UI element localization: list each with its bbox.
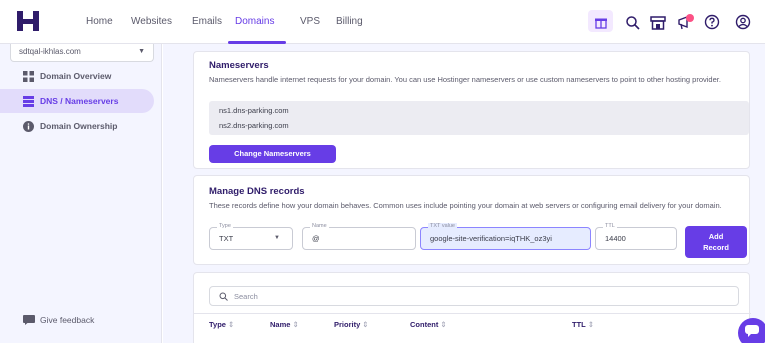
txt-value-label: TXT value (428, 223, 457, 230)
search-input[interactable]: Search (209, 286, 739, 306)
dns-title: Manage DNS records (209, 186, 305, 197)
column-content-label: Content (410, 320, 439, 329)
name-label: Name (310, 223, 329, 230)
feedback-icon (23, 315, 35, 325)
manage-dns-card: Manage DNS records These records define … (193, 175, 750, 265)
column-content[interactable]: Content ⇕ (410, 320, 447, 329)
txt-value-input[interactable]: TXT value google-site-verification=iqTHK… (420, 223, 591, 250)
nameserver-1: ns1.dns-parking.com (219, 106, 289, 115)
column-ttl-label: TTL (572, 320, 586, 329)
name-input[interactable]: Name @ (302, 223, 416, 250)
column-name[interactable]: Name ⇕ (270, 320, 299, 329)
sort-icon: ⇕ (587, 320, 595, 329)
type-label: Type (217, 223, 233, 230)
change-nameservers-button[interactable]: Change Nameservers (209, 145, 336, 163)
column-type-label: Type (209, 320, 226, 329)
ttl-input[interactable]: TTL 14400 (595, 223, 677, 250)
search-icon (219, 292, 228, 301)
chat-button[interactable] (738, 318, 765, 343)
nameservers-title: Nameservers (209, 60, 269, 71)
hostinger-logo[interactable] (17, 11, 39, 31)
nav-domains[interactable]: Domains (235, 0, 274, 44)
add-record-button[interactable]: Add Record (685, 226, 747, 258)
nav-billing[interactable]: Billing (336, 0, 363, 44)
nameservers-card: Nameservers Nameservers handle internet … (193, 51, 750, 169)
feedback-label: Give feedback (40, 315, 95, 325)
sidebar-item-dns-nameservers[interactable]: DNS / Nameservers (0, 89, 154, 113)
domain-select[interactable]: sdtqal-ikhlas.com ▼ (10, 44, 154, 62)
sidebar: sdtqal-ikhlas.com ▼ Domain Overview DNS … (0, 44, 162, 343)
nameserver-list: ns1.dns-parking.com ns2.dns-parking.com (209, 101, 749, 135)
sidebar-item-label: Domain Ownership (40, 121, 118, 131)
dns-records-card: Search Type ⇕ Name ⇕ Priority ⇕ Content ⇕ TT… (193, 272, 751, 343)
sort-icon: ⇕ (362, 320, 369, 329)
ttl-value: 14400 (605, 234, 626, 243)
column-name-label: Name (270, 320, 291, 329)
chat-icon (745, 325, 759, 337)
ttl-label: TTL (603, 223, 617, 230)
chevron-down-icon: ▼ (138, 48, 145, 55)
domain-select-value: sdtqal-ikhlas.com (19, 47, 81, 56)
nameservers-description: Nameservers handle internet requests for… (209, 75, 721, 84)
grid-icon (23, 71, 34, 82)
sort-icon: ⇕ (440, 320, 447, 329)
help-icon[interactable] (702, 12, 722, 32)
give-feedback-link[interactable]: Give feedback (0, 310, 160, 330)
nav-emails[interactable]: Emails (192, 0, 222, 44)
sidebar-item-label: Domain Overview (40, 71, 112, 81)
sidebar-item-domain-ownership[interactable]: Domain Ownership (0, 114, 154, 138)
dns-description: These records define how your domain beh… (209, 201, 722, 210)
sort-icon: ⇕ (292, 320, 299, 329)
table-divider (194, 313, 751, 314)
txt-value-text: google-site-verification=iqTHK_oz3yi (430, 234, 552, 243)
column-ttl[interactable]: TTL ⇕ (572, 320, 594, 329)
nav-websites[interactable]: Websites (131, 0, 172, 44)
nav-vps[interactable]: VPS (300, 0, 320, 44)
column-priority-label: Priority (334, 320, 361, 329)
gift-icon (591, 12, 611, 32)
chevron-down-icon: ▼ (274, 235, 280, 241)
nav-home[interactable]: Home (86, 0, 113, 44)
search-placeholder: Search (234, 292, 258, 301)
sidebar-item-label: DNS / Nameservers (40, 96, 119, 106)
type-select[interactable]: Type TXT ▼ (209, 223, 293, 250)
sort-icon: ⇕ (227, 320, 235, 329)
notifications-icon[interactable] (676, 12, 696, 32)
search-icon[interactable] (622, 12, 642, 32)
account-icon[interactable] (733, 12, 753, 32)
store-icon[interactable] (648, 12, 668, 32)
type-value: TXT (219, 234, 234, 243)
top-bar: Home Websites Emails Domains VPS Billing (0, 0, 765, 44)
main-content: Nameservers Nameservers handle internet … (163, 44, 765, 343)
nameserver-2: ns2.dns-parking.com (219, 121, 289, 130)
name-value: @ (312, 234, 320, 243)
server-icon (23, 96, 34, 107)
column-priority[interactable]: Priority ⇕ (334, 320, 369, 329)
column-type[interactable]: Type ⇕ (209, 320, 234, 329)
info-icon (23, 121, 34, 132)
sidebar-item-domain-overview[interactable]: Domain Overview (0, 64, 154, 88)
